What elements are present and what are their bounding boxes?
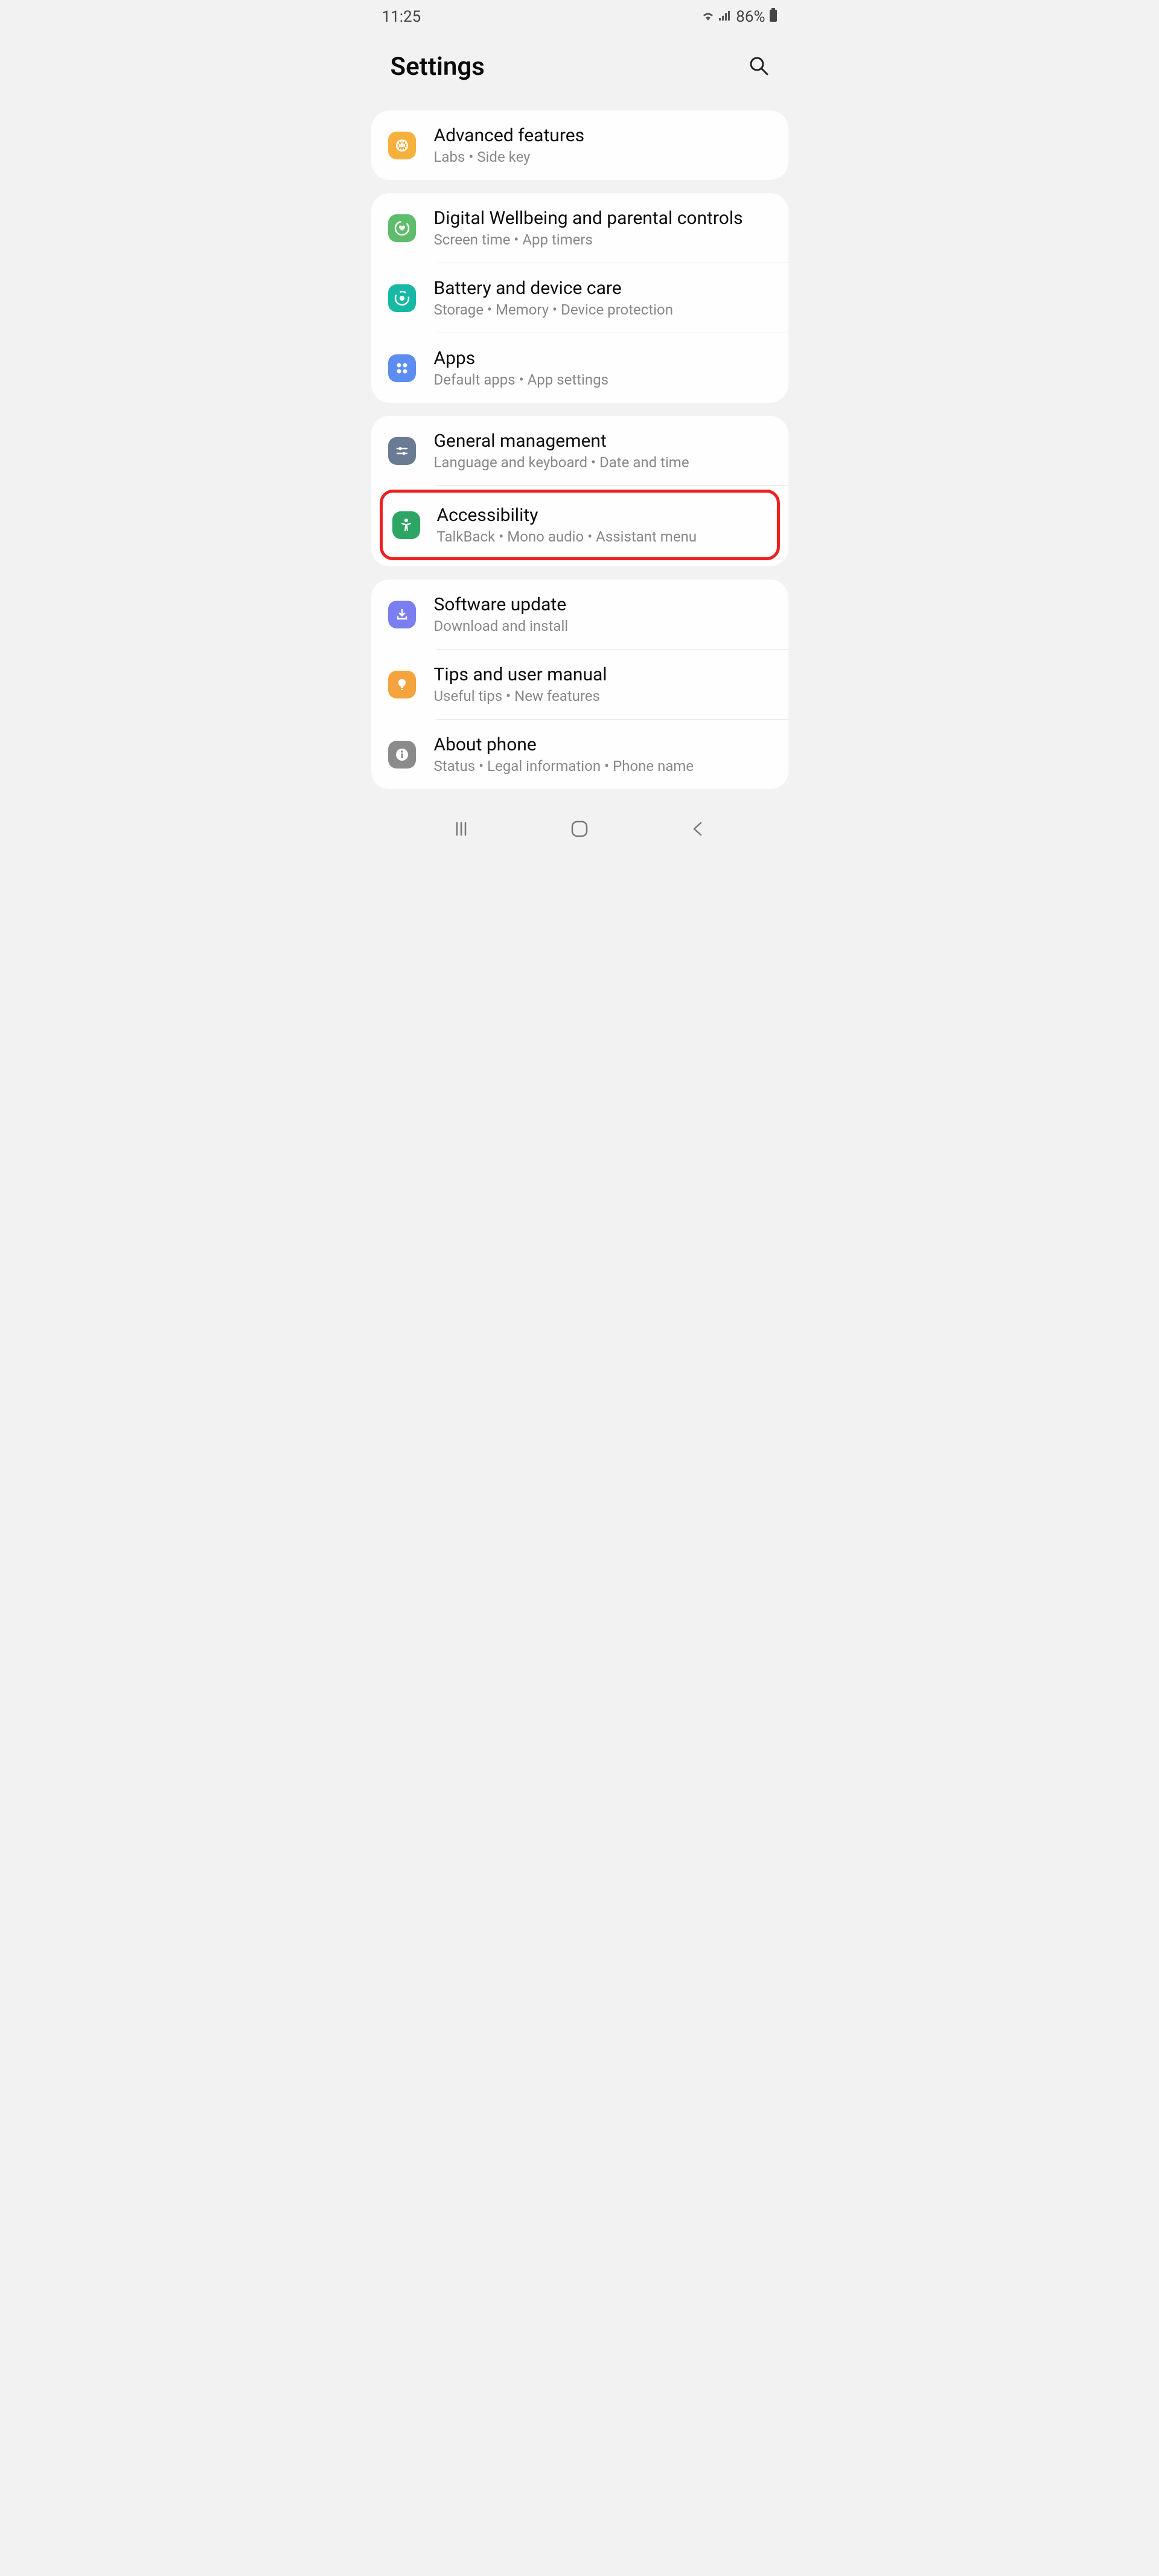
settings-group: Software update Download and install Tip… [371,580,788,789]
accessibility-icon [392,511,420,539]
settings-item-text: General management Language and keyboard… [434,430,771,471]
settings-item-general-management[interactable]: General management Language and keyboard… [371,416,788,485]
item-subtitle: Download and install [434,618,771,634]
settings-item-text: Battery and device care Storage • Memory… [434,278,771,318]
tips-icon [388,671,416,698]
settings-item-text: Accessibility TalkBack • Mono audio • As… [437,505,767,545]
home-button[interactable] [567,817,592,841]
item-title: Battery and device care [434,278,771,299]
settings-item-text: Advanced features Labs • Side key [434,125,771,165]
settings-item-apps[interactable]: Apps Default apps • App settings [371,333,788,403]
item-title: Tips and user manual [434,664,771,685]
item-subtitle: Default apps • App settings [434,371,771,388]
item-subtitle: Useful tips • New features [434,688,771,705]
settings-item-digital-wellbeing[interactable]: Digital Wellbeing and parental controls … [371,193,788,263]
divider [436,485,788,486]
item-subtitle: Storage • Memory • Device protection [434,301,771,318]
settings-item-about-phone[interactable]: About phone Status • Legal information •… [371,720,788,789]
battery-care-icon [388,284,416,312]
settings-group: Advanced features Labs • Side key [371,110,788,180]
status-bar: 11:25 86% [366,0,793,34]
settings-group: Digital Wellbeing and parental controls … [371,193,788,403]
item-subtitle: Language and keyboard • Date and time [434,454,771,471]
wifi-icon [701,8,715,26]
settings-item-text: Apps Default apps • App settings [434,348,771,388]
item-title: About phone [434,734,771,755]
settings-item-text: Tips and user manual Useful tips • New f… [434,664,771,705]
about-icon [388,741,416,769]
settings-item-tips[interactable]: Tips and user manual Useful tips • New f… [371,650,788,719]
item-title: General management [434,430,771,452]
settings-item-battery-care[interactable]: Battery and device care Storage • Memory… [371,263,788,333]
settings-item-text: Software update Download and install [434,594,771,634]
settings-item-text: About phone Status • Legal information •… [434,734,771,775]
status-time: 11:25 [382,8,421,26]
update-icon [388,601,416,628]
item-subtitle: Status • Legal information • Phone name [434,758,771,775]
battery-icon [769,8,777,27]
page-title: Settings [391,52,485,81]
item-subtitle: Labs • Side key [434,149,771,165]
back-button[interactable] [686,817,710,841]
wellbeing-icon [388,214,416,242]
recents-button[interactable] [449,817,473,841]
settings-header: Settings [366,34,793,106]
item-title: Apps [434,348,771,369]
settings-item-software-update[interactable]: Software update Download and install [371,580,788,649]
settings-group: General management Language and keyboard… [371,416,788,566]
item-subtitle: Screen time • App timers [434,231,771,248]
apps-icon [388,354,416,382]
status-right: 86% [701,8,777,27]
item-title: Digital Wellbeing and parental controls [434,208,771,229]
accessibility-highlight: Accessibility TalkBack • Mono audio • As… [380,490,780,560]
item-title: Advanced features [434,125,771,146]
search-icon[interactable] [749,56,769,78]
general-icon [388,437,416,465]
navigation-bar [366,802,793,853]
settings-item-text: Digital Wellbeing and parental controls … [434,208,771,248]
battery-percent: 86% [736,8,765,26]
item-title: Accessibility [437,505,767,526]
item-subtitle: TalkBack • Mono audio • Assistant menu [437,528,767,545]
advanced-icon [388,132,416,159]
settings-item-advanced-features[interactable]: Advanced features Labs • Side key [371,110,788,180]
item-title: Software update [434,594,771,615]
signal-icon [719,8,732,26]
settings-item-accessibility[interactable]: Accessibility TalkBack • Mono audio • As… [383,493,777,557]
